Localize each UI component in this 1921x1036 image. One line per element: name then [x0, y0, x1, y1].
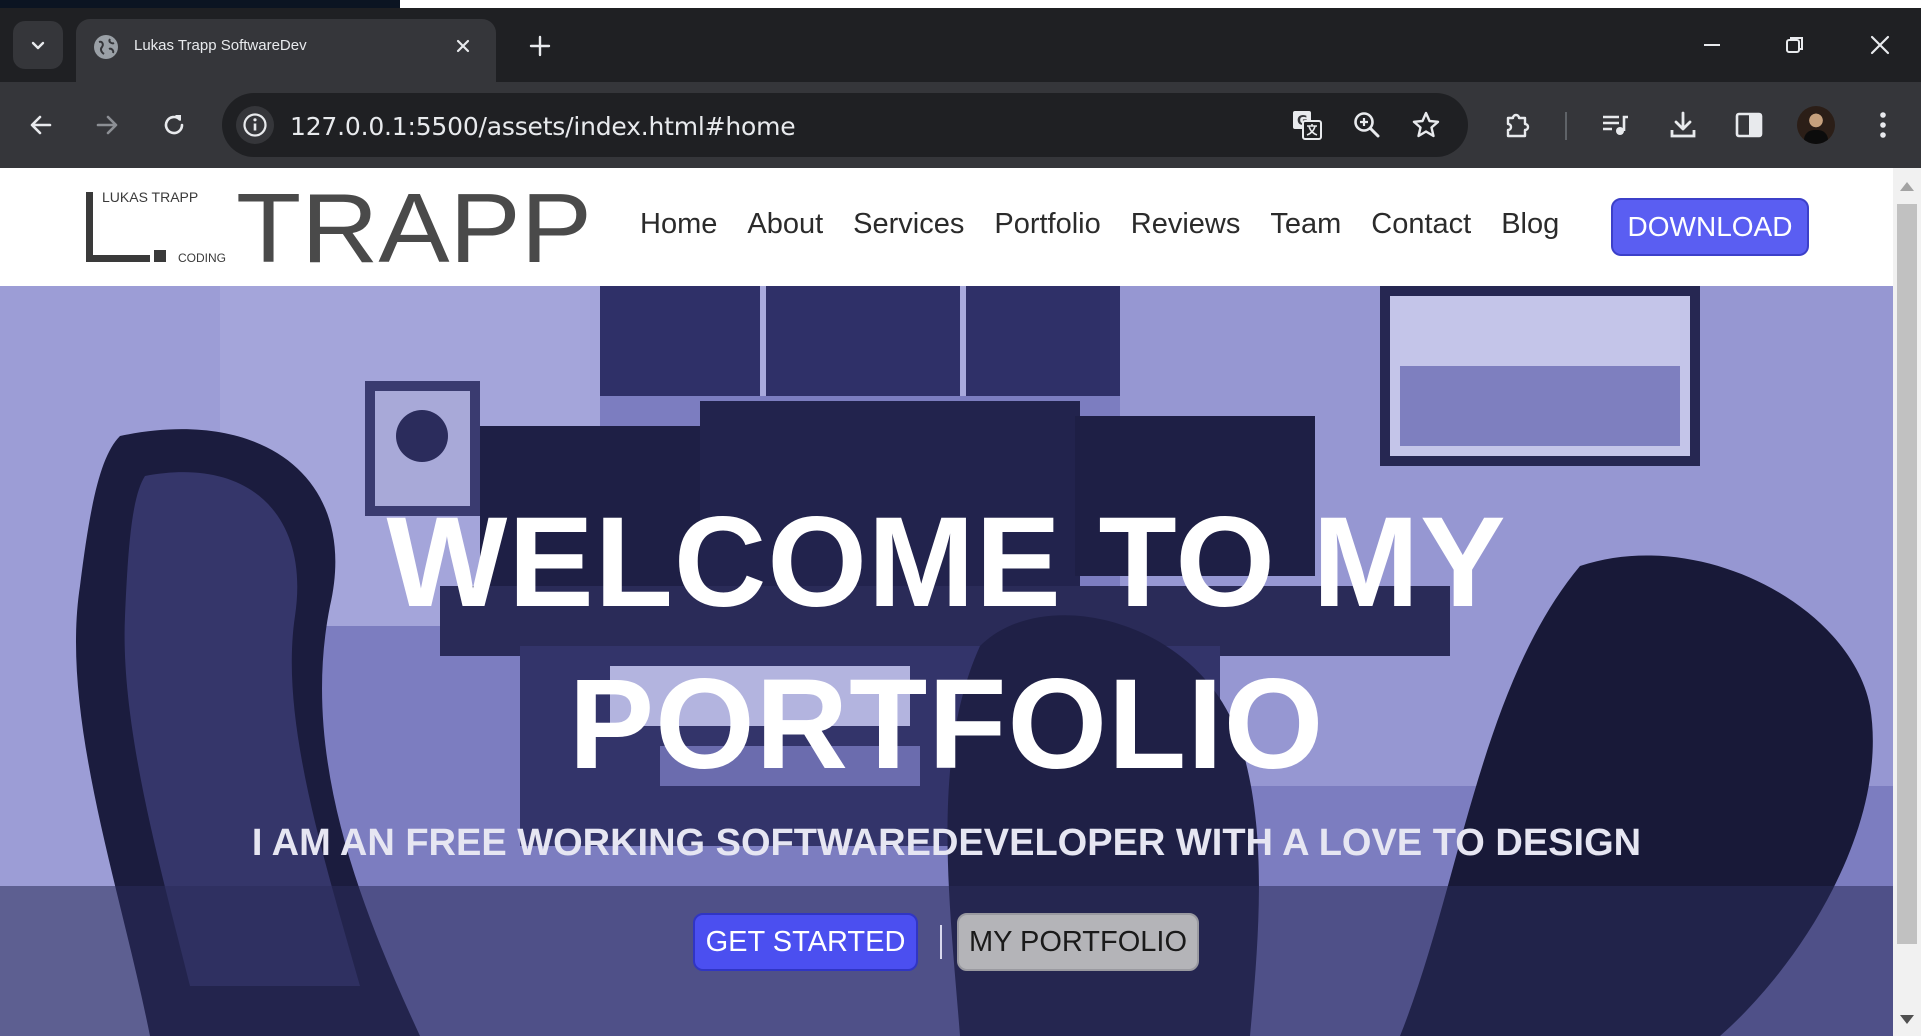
- tab-search-button[interactable]: [13, 21, 63, 69]
- arrow-right-icon: [96, 115, 118, 135]
- scrollbar-thumb[interactable]: [1897, 204, 1917, 944]
- extensions-button[interactable]: [1495, 102, 1541, 148]
- window-close-button[interactable]: [1850, 20, 1910, 70]
- nav-portfolio[interactable]: Portfolio: [994, 208, 1100, 241]
- side-panel-icon: [1735, 112, 1763, 138]
- hero-title-line-1: WELCOME TO MY: [386, 491, 1507, 634]
- nav-services[interactable]: Services: [853, 208, 964, 241]
- active-tab[interactable]: Lukas Trapp SoftwareDev: [76, 19, 496, 82]
- profile-avatar[interactable]: [1797, 106, 1835, 144]
- puzzle-icon: [1506, 113, 1530, 138]
- chevron-down-icon: [31, 41, 45, 50]
- browser-tabstrip: Lukas Trapp SoftwareDev: [0, 0, 1921, 82]
- button-divider: [940, 925, 942, 959]
- hero-subtitle: I AM AN FREE WORKING SOFTWAREDEVELOPER W…: [251, 822, 1642, 864]
- kebab-menu-icon: [1880, 112, 1886, 138]
- back-button[interactable]: [18, 102, 64, 148]
- media-queue-icon: [1603, 115, 1628, 135]
- forward-button[interactable]: [84, 102, 130, 148]
- scroll-down-arrow[interactable]: [1900, 1015, 1914, 1024]
- site-logo[interactable]: LUKAS TRAPP CODING TRAPP: [86, 192, 594, 266]
- site-info-button[interactable]: [236, 106, 274, 144]
- side-panel-button[interactable]: [1726, 102, 1772, 148]
- download-button[interactable]: DOWNLOAD: [1611, 198, 1809, 256]
- main-nav: Home About Services Portfolio Reviews Te…: [640, 208, 1589, 241]
- nav-contact[interactable]: Contact: [1371, 208, 1471, 241]
- get-started-button[interactable]: GET STARTED: [693, 913, 918, 971]
- nav-team[interactable]: Team: [1270, 208, 1341, 241]
- tabstrip-top-edge: [0, 0, 400, 8]
- nav-blog[interactable]: Blog: [1501, 208, 1559, 241]
- plus-icon: [529, 35, 551, 57]
- new-tab-button[interactable]: [522, 28, 558, 64]
- translate-button[interactable]: G: [1288, 106, 1326, 144]
- restore-icon: [1786, 37, 1803, 53]
- minimize-button[interactable]: [1682, 20, 1742, 70]
- address-bar[interactable]: 127.0.0.1:5500/assets/index.html#home G: [222, 93, 1468, 157]
- reload-button[interactable]: [151, 102, 197, 148]
- translate-icon: G: [1293, 111, 1322, 140]
- star-icon: [1412, 111, 1440, 138]
- minimize-icon: [1704, 44, 1720, 46]
- close-icon: [1870, 35, 1890, 55]
- info-icon: [243, 113, 267, 137]
- globe-icon: [94, 35, 118, 59]
- downloads-button[interactable]: [1660, 102, 1706, 148]
- url-text[interactable]: 127.0.0.1:5500/assets/index.html#home: [290, 112, 796, 141]
- media-button[interactable]: [1592, 102, 1638, 148]
- download-icon: [1670, 111, 1696, 138]
- close-icon: [456, 39, 470, 53]
- tab-close-button[interactable]: [448, 31, 478, 61]
- bookmark-button[interactable]: [1407, 106, 1445, 144]
- hero-title: WELCOME TO MY PORTFOLIO: [0, 482, 1893, 806]
- reload-icon: [164, 115, 184, 135]
- logo-bottom-text: CODING: [178, 251, 226, 265]
- browser-toolbar: 127.0.0.1:5500/assets/index.html#home G: [0, 82, 1921, 168]
- logo-word: TRAPP: [236, 192, 592, 266]
- toolbar-separator: [1565, 112, 1567, 140]
- nav-home[interactable]: Home: [640, 208, 717, 241]
- restore-button[interactable]: [1765, 20, 1825, 70]
- zoom-icon: [1354, 112, 1380, 138]
- zoom-button[interactable]: [1348, 106, 1386, 144]
- scroll-up-arrow[interactable]: [1900, 182, 1914, 191]
- hero-section: WELCOME TO MY PORTFOLIO I AM AN FREE WOR…: [0, 286, 1893, 1036]
- hero-title-line-2: PORTFOLIO: [568, 653, 1325, 796]
- nav-reviews[interactable]: Reviews: [1131, 208, 1241, 241]
- page-viewport: LUKAS TRAPP CODING TRAPP Home About Serv…: [0, 168, 1921, 1036]
- tabstrip-top-edge-light: [400, 0, 1921, 8]
- arrow-left-icon: [30, 115, 52, 135]
- browser-menu-button[interactable]: [1860, 102, 1906, 148]
- logo-top-text: LUKAS TRAPP: [102, 192, 198, 205]
- my-portfolio-button[interactable]: MY PORTFOLIO: [957, 913, 1199, 971]
- site-header: LUKAS TRAPP CODING TRAPP Home About Serv…: [0, 168, 1893, 286]
- page-scrollbar[interactable]: [1893, 168, 1921, 1036]
- tab-title: Lukas Trapp SoftwareDev: [134, 37, 307, 54]
- nav-about[interactable]: About: [747, 208, 823, 241]
